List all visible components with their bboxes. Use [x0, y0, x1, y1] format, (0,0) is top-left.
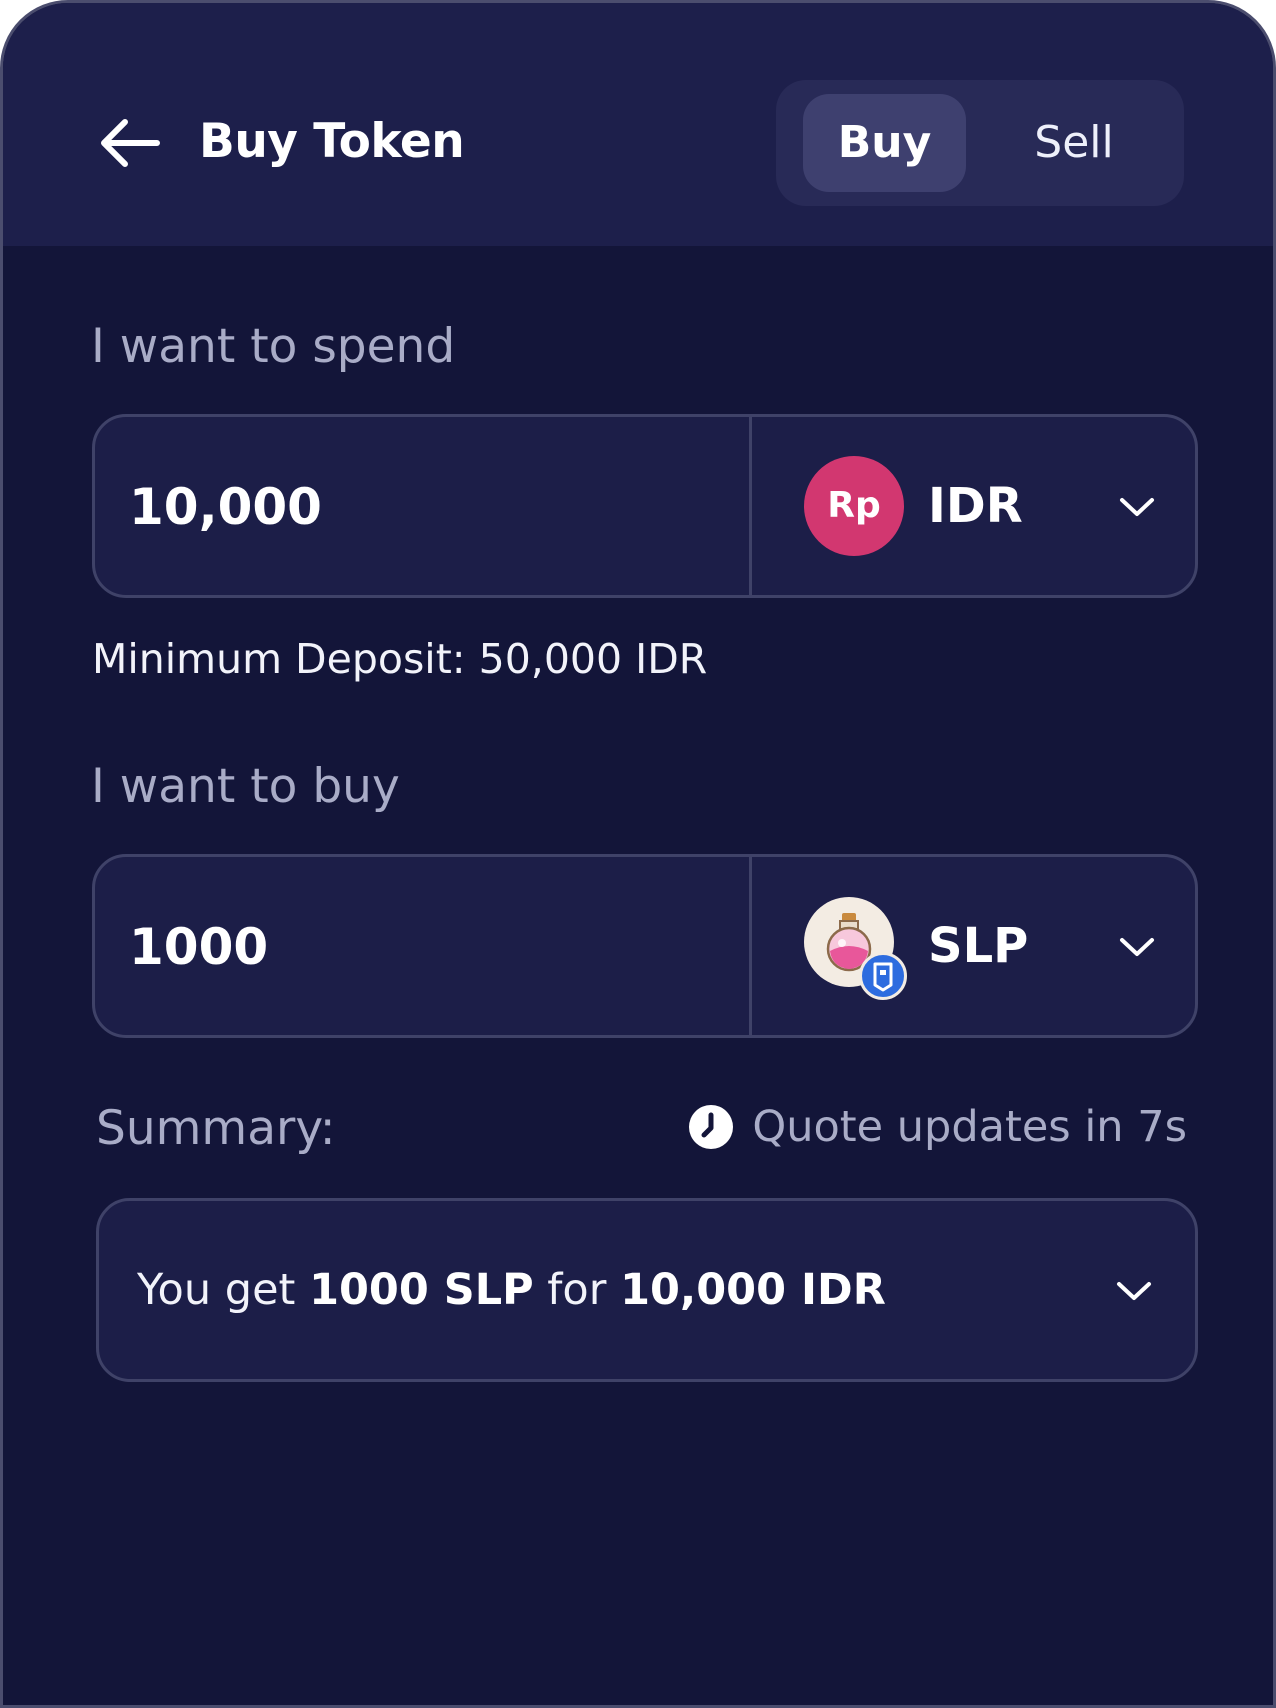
buy-sell-toggle: Buy Sell: [776, 80, 1184, 206]
page-title: Buy Token: [199, 114, 465, 169]
buy-amount-input[interactable]: 1000: [129, 907, 729, 987]
spend-label: I want to spend: [91, 319, 456, 374]
chevron-down-icon: [1117, 1282, 1151, 1300]
tab-sell[interactable]: Sell: [986, 94, 1162, 192]
buy-token-panel: Buy Token Buy Sell I want to spend 10,00…: [0, 0, 1276, 1708]
buy-field: 1000 SLP: [92, 854, 1198, 1038]
summary-label: Summary:: [96, 1101, 336, 1156]
summary-dropdown[interactable]: You get 1000 SLP for 10,000 IDR: [96, 1198, 1198, 1382]
summary-prefix: You get: [137, 1265, 296, 1315]
summary-text: You get 1000 SLP for 10,000 IDR: [137, 1255, 886, 1325]
tab-buy[interactable]: Buy: [803, 94, 966, 192]
back-button[interactable]: [95, 113, 163, 173]
ronin-badge-icon: [859, 952, 907, 1000]
spend-field: 10,000 Rp IDR: [92, 414, 1198, 598]
rupiah-icon: Rp: [804, 456, 904, 556]
quote-timer: Quote updates in 7s: [688, 1097, 1187, 1157]
buy-token-select[interactable]: SLP: [752, 857, 1198, 1035]
chevron-down-icon: [1120, 938, 1154, 956]
spend-currency-select[interactable]: Rp IDR: [752, 417, 1198, 595]
summary-pay-amount: 10,000 IDR: [620, 1265, 886, 1315]
minimum-deposit-note: Minimum Deposit: 50,000 IDR: [92, 635, 708, 683]
summary-middle: for: [547, 1265, 607, 1315]
buy-label: I want to buy: [91, 759, 400, 814]
quote-timer-text: Quote updates in 7s: [752, 1102, 1187, 1152]
spend-currency-label: IDR: [928, 478, 1023, 534]
header-bar: Buy Token Buy Sell: [3, 3, 1273, 246]
summary-get-amount: 1000 SLP: [309, 1265, 534, 1315]
buy-token-label: SLP: [928, 918, 1029, 974]
spend-amount-input[interactable]: 10,000: [129, 467, 729, 547]
chevron-down-icon: [1120, 498, 1154, 516]
clock-icon: [689, 1105, 734, 1149]
arrow-left-icon: [101, 119, 160, 167]
